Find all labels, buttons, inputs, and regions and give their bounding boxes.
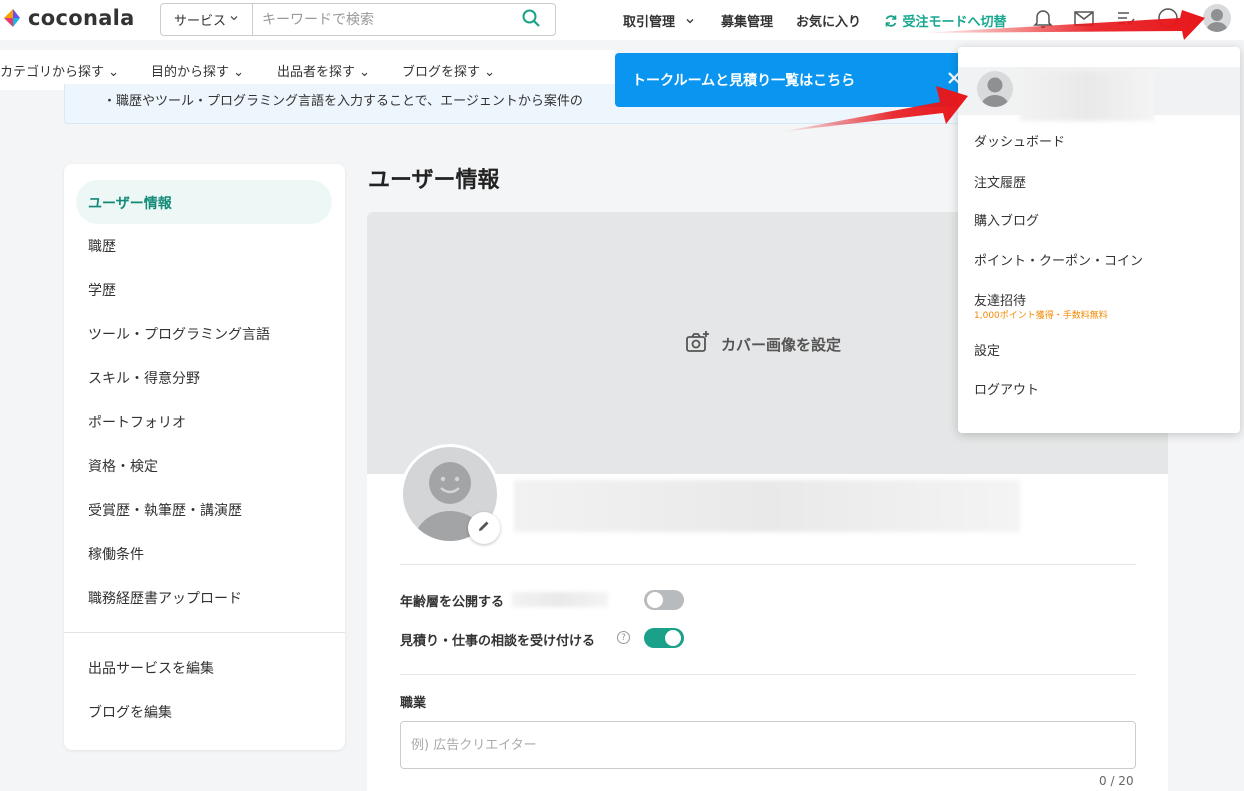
section-divider	[400, 674, 1136, 675]
dropdown-item-points[interactable]: ポイント・クーポン・コイン	[974, 250, 1143, 269]
set-cover-button[interactable]: カバー画像を設定	[685, 330, 841, 358]
category-nav-label: 目的から探す	[151, 65, 230, 80]
dropdown-item-dashboard[interactable]: ダッシュボード	[974, 131, 1065, 150]
chevron-down-icon	[229, 12, 239, 27]
dropdown-item-order-history[interactable]: 注文履歴	[974, 172, 1026, 191]
sidebar-item-education[interactable]: 学歴	[88, 280, 116, 300]
sidebar-item-tools[interactable]: ツール・プログラミング言語	[88, 324, 270, 344]
search-icon	[521, 8, 541, 32]
category-nav-item[interactable]: カテゴリから探す ⌄	[0, 61, 119, 80]
coconala-logo[interactable]: coconala	[0, 6, 135, 30]
sidebar-item-edit-blog[interactable]: ブログを編集	[88, 702, 172, 722]
age-public-toggle[interactable]	[644, 590, 684, 610]
transactions-menu-label: 取引管理	[623, 15, 676, 30]
toggle-knob	[647, 592, 663, 608]
section-divider	[400, 564, 1136, 565]
edit-avatar-button[interactable]	[468, 512, 500, 544]
sidebar-item-skills[interactable]: スキル・得意分野	[88, 368, 200, 388]
mode-switch-link[interactable]: 受注モードへ切替	[884, 11, 1007, 30]
occupation-label: 職業	[400, 696, 427, 711]
logo-text: coconala	[28, 6, 135, 30]
occupation-input[interactable]	[400, 721, 1136, 769]
redacted-profile-info	[514, 480, 1020, 532]
help-icon[interactable]: ?	[617, 631, 630, 644]
sidebar-item-label: ユーザー情報	[88, 196, 172, 212]
sidebar-item-awards[interactable]: 受賞歴・執筆歴・講演歴	[88, 500, 242, 520]
checklist-icon[interactable]	[1114, 6, 1138, 30]
search-bar: サービス	[160, 3, 556, 36]
search-input[interactable]	[253, 4, 507, 35]
dropdown-avatar	[977, 71, 1013, 107]
category-nav-item[interactable]: ブログを探す ⌄	[402, 61, 495, 80]
sidebar-item-working-conditions[interactable]: 稼働条件	[88, 544, 144, 564]
category-nav-label: 出品者を探す	[277, 65, 356, 80]
dropdown-item-settings[interactable]: 設定	[974, 340, 1000, 359]
sidebar-item-work-history[interactable]: 職歴	[88, 236, 116, 256]
refresh-icon	[884, 15, 903, 30]
chevron-down-icon: ⌄	[108, 65, 120, 80]
set-cover-label: カバー画像を設定	[721, 335, 842, 354]
tooltip-text: トークルームと見積り一覧はこちら	[632, 73, 856, 89]
favorites-link[interactable]: お気に入り	[796, 11, 861, 30]
camera-plus-icon	[685, 330, 711, 358]
dropdown-item-invite[interactable]: 友達招待	[974, 290, 1026, 309]
toggle-knob	[665, 630, 681, 646]
mail-icon[interactable]	[1072, 6, 1096, 30]
category-nav-item[interactable]: 目的から探す ⌄	[151, 61, 244, 80]
mode-switch-label: 受注モードへ切替	[902, 15, 1007, 30]
user-dropdown-menu: ダッシュボード 注文履歴 購入ブログ ポイント・クーポン・コイン 友達招待 1,…	[958, 47, 1240, 433]
dropdown-item-purchased-blogs[interactable]: 購入ブログ	[974, 210, 1039, 229]
dropdown-item-logout[interactable]: ログアウト	[974, 379, 1039, 398]
chevron-down-icon: ⌄	[233, 65, 245, 80]
pencil-icon	[477, 519, 491, 537]
logo-mark-icon	[0, 6, 24, 30]
chevron-down-icon	[680, 15, 695, 30]
category-nav-label: ブログを探す	[402, 65, 481, 80]
redacted-username	[1020, 71, 1154, 121]
sidebar-item-user-info[interactable]: ユーザー情報	[76, 180, 332, 224]
bell-icon[interactable]	[1031, 6, 1055, 30]
transactions-tooltip: トークルームと見積り一覧はこちら	[615, 53, 979, 107]
category-nav-label: カテゴリから探す	[0, 65, 105, 80]
user-avatar-button[interactable]	[1203, 4, 1231, 32]
accept-consultation-toggle[interactable]	[644, 628, 684, 648]
sidebar-item-resume-upload[interactable]: 職務経歴書アップロード	[88, 588, 242, 608]
top-header: coconala サービス 取引管理 募集管理 お気に入り 受注モードへ切替	[0, 0, 1244, 40]
chevron-down-icon: ⌄	[484, 65, 496, 80]
redacted-note	[512, 592, 608, 607]
help-icon[interactable]	[1156, 6, 1180, 30]
search-category-label: サービス	[173, 14, 226, 29]
chevron-down-icon: ⌄	[359, 65, 371, 80]
sidebar-item-qualifications[interactable]: 資格・検定	[88, 456, 158, 476]
search-button[interactable]	[507, 4, 555, 35]
sidebar-item-edit-services[interactable]: 出品サービスを編集	[88, 658, 214, 678]
info-banner-text: ・職歴やツール・プログラミング言語を入力することで、エージェントから案件の	[103, 94, 583, 109]
recruitment-link[interactable]: 募集管理	[721, 11, 773, 30]
sidebar-divider	[64, 632, 345, 633]
page-title: ユーザー情報	[368, 168, 500, 193]
profile-sidebar: ユーザー情報 職歴 学歴 ツール・プログラミング言語 スキル・得意分野 ポートフ…	[64, 164, 345, 750]
accept-consultation-label: 見積り・仕事の相談を受け付ける	[400, 634, 596, 649]
transactions-menu[interactable]: 取引管理	[623, 11, 695, 30]
avatar-icon	[981, 77, 1009, 107]
sidebar-item-portfolio[interactable]: ポートフォリオ	[88, 412, 186, 432]
avatar-icon	[1206, 9, 1228, 32]
occupation-counter: 0 / 20	[1099, 774, 1134, 788]
invite-note: 1,000ポイント獲得・手数料無料	[974, 311, 1108, 321]
age-public-label: 年齢層を公開する	[400, 595, 505, 610]
dropdown-user-row[interactable]	[958, 67, 1240, 121]
search-category-select[interactable]: サービス	[161, 4, 253, 35]
category-nav-item[interactable]: 出品者を探す ⌄	[277, 61, 370, 80]
